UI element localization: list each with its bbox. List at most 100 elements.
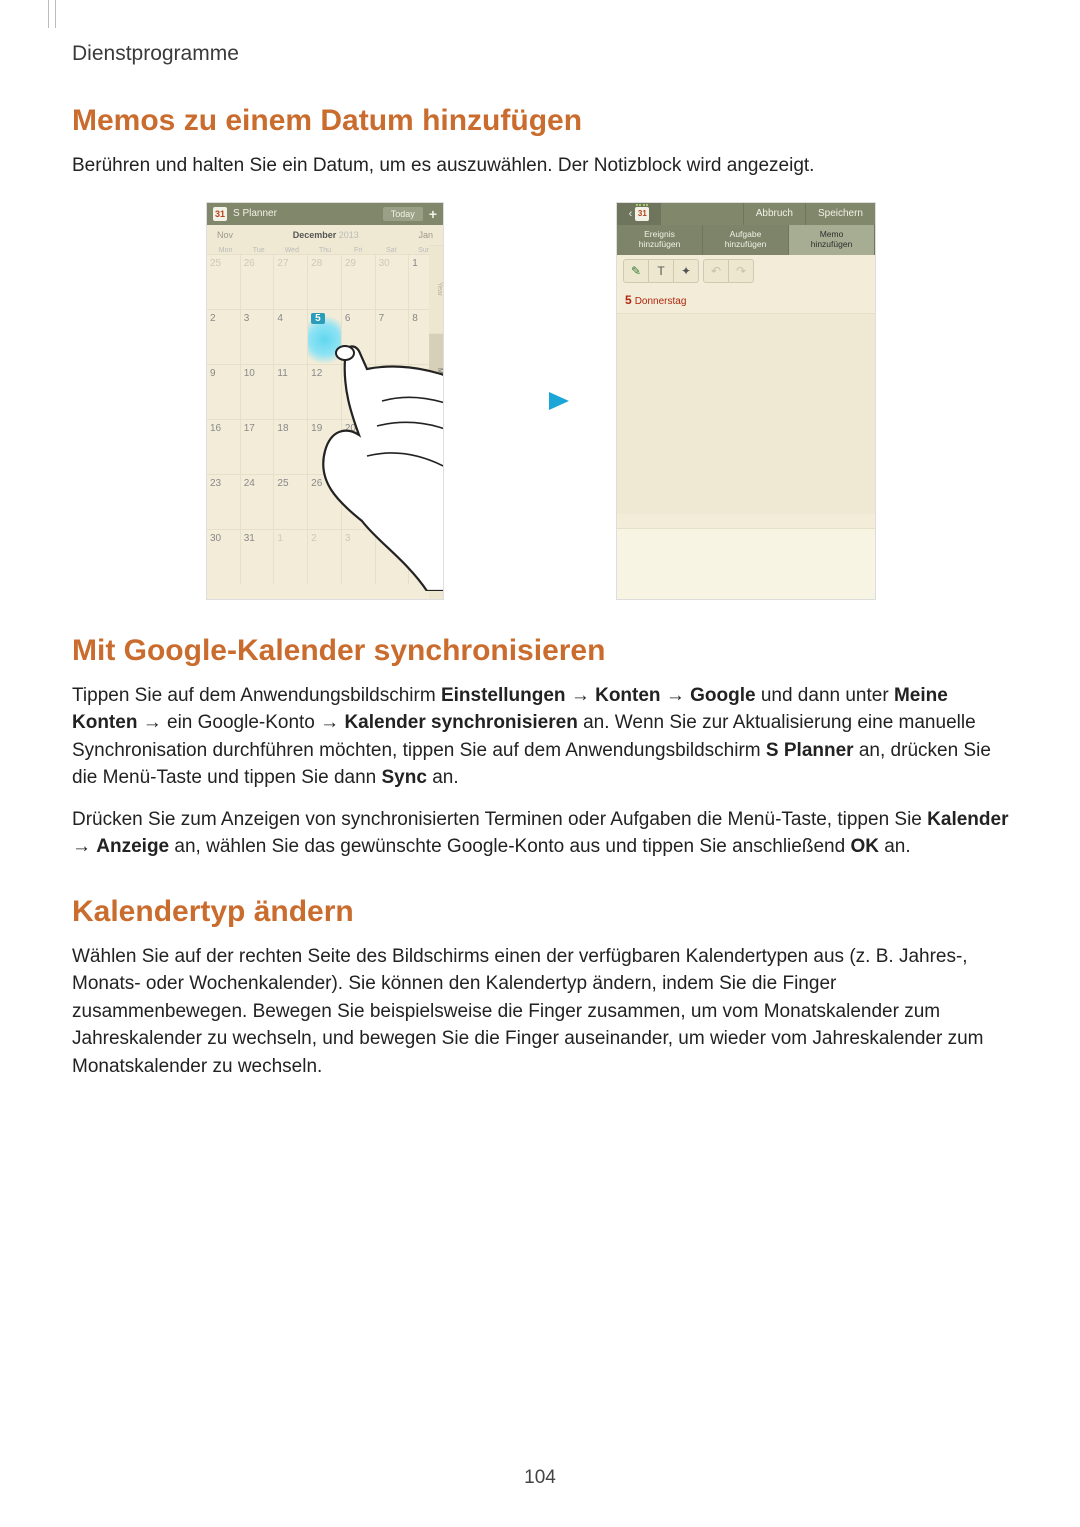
calendar-next-month[interactable]: Jan bbox=[418, 230, 433, 240]
memo-back-button[interactable]: ‹ 31 bbox=[617, 203, 661, 225]
calendar-day-cell[interactable]: 26 bbox=[241, 255, 275, 309]
calendar-day-cell[interactable]: 2 bbox=[308, 530, 342, 584]
calendar-topbar: 31 S Planner Today + bbox=[207, 203, 443, 225]
calendar-day-cell[interactable] bbox=[376, 365, 410, 419]
memo-tabs: EreignishinzufügenAufgabehinzufügenMemoh… bbox=[617, 225, 875, 255]
memo-screenshot: ‹ 31 Abbruch Speichern Ereignishinzufüge… bbox=[616, 202, 876, 600]
memo-tab[interactable]: Aufgabehinzufügen bbox=[703, 225, 789, 255]
calendar-day-cell[interactable]: 27 bbox=[274, 255, 308, 309]
calendar-week-row: 1617181920 bbox=[207, 419, 443, 474]
calendar-view-tab[interactable]: Month bbox=[429, 333, 443, 422]
calendar-prev-month[interactable]: Nov bbox=[217, 230, 233, 240]
calendar-day-cell[interactable]: 23 bbox=[207, 475, 241, 529]
t: → bbox=[666, 685, 690, 706]
calendar-day-cell[interactable]: 2 bbox=[207, 310, 241, 364]
memo-tab[interactable]: Memohinzufügen bbox=[789, 225, 875, 255]
t: Kalender bbox=[927, 809, 1008, 830]
memo-save-button[interactable]: Speichern bbox=[805, 203, 875, 225]
calendar-view-tab[interactable]: Year bbox=[429, 245, 443, 334]
calendar-day-cell[interactable]: 25 bbox=[274, 475, 308, 529]
calendar-dow-cell: Sat bbox=[375, 247, 408, 254]
memo-toolbar: ✎ T ✦ ↶ ↷ bbox=[617, 255, 875, 291]
calendar-add-button[interactable]: + bbox=[429, 206, 437, 222]
t: Anzeige bbox=[96, 836, 169, 857]
calendar-view-tabs: YearMonth Task bbox=[429, 245, 443, 599]
calendar-today-button[interactable]: Today bbox=[383, 207, 423, 221]
redo-icon[interactable]: ↷ bbox=[729, 260, 753, 282]
t: Konten bbox=[595, 685, 660, 706]
calendar-day-cell[interactable]: 7 bbox=[376, 310, 410, 364]
section-2-p2: Drücken Sie zum Anzeigen von synchronisi… bbox=[72, 806, 1010, 861]
page-tab-mark bbox=[48, 0, 56, 28]
t: Tippen Sie auf dem Anwendungsbildschirm bbox=[72, 685, 441, 706]
calendar-day-cell[interactable]: 28 bbox=[308, 255, 342, 309]
calendar-year-label: 2013 bbox=[339, 230, 359, 240]
t: Einstellungen bbox=[441, 685, 566, 706]
t: und dann unter bbox=[761, 685, 894, 706]
section-1-title: Memos zu einem Datum hinzufügen bbox=[72, 104, 1010, 138]
t: an. bbox=[432, 767, 458, 788]
calendar-day-cell[interactable]: 6 bbox=[342, 310, 376, 364]
t: → bbox=[72, 836, 96, 857]
calendar-view-tab[interactable]: Task bbox=[429, 510, 443, 599]
text-tool-icon[interactable]: T bbox=[649, 260, 674, 282]
calendar-dow-cell: Mon bbox=[209, 247, 242, 254]
calendar-day-cell[interactable]: 4 bbox=[274, 310, 308, 364]
calendar-dow-cell: Wed bbox=[275, 247, 308, 254]
memo-tab[interactable]: Ereignishinzufügen bbox=[617, 225, 703, 255]
calendar-day-cell[interactable]: 3 bbox=[342, 530, 376, 584]
chapter-title: Dienstprogramme bbox=[72, 42, 1010, 66]
memo-tool-group-2: ↶ ↷ bbox=[703, 259, 754, 283]
section-3-p1: Wählen Sie auf der rechten Seite des Bil… bbox=[72, 943, 1010, 1081]
calendar-day-cell[interactable]: 10 bbox=[241, 365, 275, 419]
calendar-day-cell[interactable]: 11 bbox=[274, 365, 308, 419]
calendar-month-bar: Nov December 2013 Jan bbox=[207, 225, 443, 245]
pen-tool-icon[interactable]: ✎ bbox=[624, 260, 649, 282]
calendar-day-cell[interactable]: 24 bbox=[241, 475, 275, 529]
t: an, wählen Sie das gewünschte Google-Kon… bbox=[174, 836, 850, 857]
calendar-day-cell[interactable]: 20 bbox=[342, 420, 376, 474]
memo-date-num: 5 bbox=[625, 293, 632, 307]
section-1-p1: Berühren und halten Sie ein Datum, um es… bbox=[72, 152, 1010, 180]
calendar-day-cell[interactable]: 1 bbox=[274, 530, 308, 584]
calendar-day-cell[interactable]: 18 bbox=[274, 420, 308, 474]
t: → ein Google-Konto → bbox=[143, 712, 345, 733]
calendar-day-cell[interactable]: 3 bbox=[241, 310, 275, 364]
t: Kalender synchronisieren bbox=[344, 712, 577, 733]
calendar-week-row: 23242526272829 bbox=[207, 474, 443, 529]
calendar-day-cell[interactable]: 28 bbox=[376, 475, 410, 529]
calendar-week-row: 9101112 bbox=[207, 364, 443, 419]
calendar-week-row: 2526272829301 bbox=[207, 254, 443, 309]
calendar-day-cell[interactable]: 19 bbox=[308, 420, 342, 474]
calendar-day-cell[interactable]: 27 bbox=[342, 475, 376, 529]
memo-topbar: ‹ 31 Abbruch Speichern bbox=[617, 203, 875, 225]
calendar-day-cell[interactable]: 31 bbox=[241, 530, 275, 584]
eraser-tool-icon[interactable]: ✦ bbox=[674, 260, 698, 282]
calendar-day-cell[interactable] bbox=[342, 365, 376, 419]
calendar-week-row: 303112345 bbox=[207, 529, 443, 584]
calendar-day-cell[interactable]: 12 bbox=[308, 365, 342, 419]
calendar-dow-cell: Fri bbox=[342, 247, 375, 254]
undo-icon[interactable]: ↶ bbox=[704, 260, 729, 282]
calendar-day-cell[interactable]: 4 bbox=[376, 530, 410, 584]
calendar-day-cell[interactable]: 30 bbox=[376, 255, 410, 309]
calendar-week-row: 2345678 bbox=[207, 309, 443, 364]
calendar-day-cell[interactable]: 5 bbox=[308, 310, 342, 364]
t: Sync bbox=[382, 767, 427, 788]
calendar-day-cell[interactable]: 9 bbox=[207, 365, 241, 419]
t: S Planner bbox=[766, 740, 854, 761]
calendar-current-month: December 2013 bbox=[293, 230, 359, 240]
figure-row: 31 S Planner Today + Nov December 2013 J… bbox=[72, 202, 1010, 600]
calendar-view-tab[interactable] bbox=[429, 422, 443, 511]
calendar-day-cell[interactable]: 17 bbox=[241, 420, 275, 474]
calendar-day-cell[interactable]: 25 bbox=[207, 255, 241, 309]
calendar-day-cell[interactable] bbox=[376, 420, 410, 474]
calendar-day-cell[interactable]: 30 bbox=[207, 530, 241, 584]
calendar-day-cell[interactable]: 29 bbox=[342, 255, 376, 309]
calendar-weeks: 2526272829301234567891011121617181920232… bbox=[207, 254, 443, 584]
calendar-day-cell[interactable]: 26 bbox=[308, 475, 342, 529]
arrow-icon bbox=[490, 389, 570, 413]
memo-body-area[interactable] bbox=[617, 314, 875, 514]
calendar-day-cell[interactable]: 16 bbox=[207, 420, 241, 474]
memo-cancel-button[interactable]: Abbruch bbox=[743, 203, 805, 225]
